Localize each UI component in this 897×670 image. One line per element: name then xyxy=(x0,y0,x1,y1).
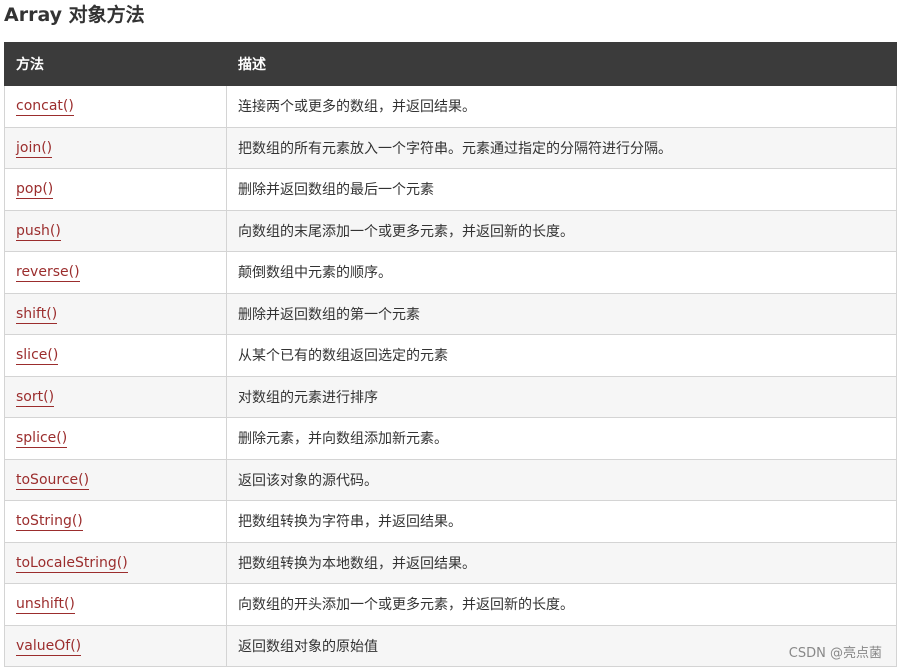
method-cell: shift() xyxy=(4,292,227,335)
description-cell: 向数组的开头添加一个或更多元素，并返回新的长度。 xyxy=(226,583,897,626)
table-row: sort() 对数组的元素进行排序 xyxy=(4,375,897,418)
table-row: join() 把数组的所有元素放入一个字符串。元素通过指定的分隔符进行分隔。 xyxy=(4,126,897,169)
description-cell: 对数组的元素进行排序 xyxy=(226,375,897,418)
method-link-splice[interactable]: splice() xyxy=(16,430,68,449)
table-row: valueOf() 返回数组对象的原始值 xyxy=(4,624,897,667)
method-column-header: 方法 xyxy=(4,42,227,86)
method-link-unshift[interactable]: unshift() xyxy=(16,596,75,615)
description-cell: 把数组转换为字符串，并返回结果。 xyxy=(226,500,897,543)
description-cell: 删除元素，并向数组添加新元素。 xyxy=(226,417,897,460)
table-row: pop() 删除并返回数组的最后一个元素 xyxy=(4,168,897,211)
method-cell: splice() xyxy=(4,417,227,460)
method-link-sort[interactable]: sort() xyxy=(16,388,55,407)
table-row: concat() 连接两个或更多的数组，并返回结果。 xyxy=(4,85,897,128)
description-cell: 返回该对象的源代码。 xyxy=(226,458,897,501)
description-cell: 删除并返回数组的第一个元素 xyxy=(226,292,897,335)
method-link-tosource[interactable]: toSource() xyxy=(16,471,90,490)
method-link-reverse[interactable]: reverse() xyxy=(16,264,80,283)
method-cell: toString() xyxy=(4,500,227,543)
table-row: toString() 把数组转换为字符串，并返回结果。 xyxy=(4,500,897,543)
method-cell: push() xyxy=(4,209,227,252)
description-cell: 把数组转换为本地数组，并返回结果。 xyxy=(226,541,897,584)
method-link-concat[interactable]: concat() xyxy=(16,98,74,117)
description-cell: 向数组的末尾添加一个或更多元素，并返回新的长度。 xyxy=(226,209,897,252)
method-cell: concat() xyxy=(4,85,227,128)
method-cell: toLocaleString() xyxy=(4,541,227,584)
table-row: shift() 删除并返回数组的第一个元素 xyxy=(4,292,897,335)
method-cell: pop() xyxy=(4,168,227,211)
table-row: reverse() 颠倒数组中元素的顺序。 xyxy=(4,251,897,294)
page-title: Array 对象方法 xyxy=(4,4,145,26)
method-cell: unshift() xyxy=(4,583,227,626)
method-cell: reverse() xyxy=(4,251,227,294)
method-cell: toSource() xyxy=(4,458,227,501)
description-cell: 删除并返回数组的最后一个元素 xyxy=(226,168,897,211)
table-row: slice() 从某个已有的数组返回选定的元素 xyxy=(4,334,897,377)
description-cell: 从某个已有的数组返回选定的元素 xyxy=(226,334,897,377)
table-row: push() 向数组的末尾添加一个或更多元素，并返回新的长度。 xyxy=(4,209,897,252)
description-cell: 把数组的所有元素放入一个字符串。元素通过指定的分隔符进行分隔。 xyxy=(226,126,897,169)
table-row: unshift() 向数组的开头添加一个或更多元素，并返回新的长度。 xyxy=(4,583,897,626)
method-cell: sort() xyxy=(4,375,227,418)
method-link-push[interactable]: push() xyxy=(16,222,61,241)
description-cell: 颠倒数组中元素的顺序。 xyxy=(226,251,897,294)
method-link-valueof[interactable]: valueOf() xyxy=(16,637,82,656)
description-cell: 连接两个或更多的数组，并返回结果。 xyxy=(226,85,897,128)
method-cell: join() xyxy=(4,126,227,169)
method-link-shift[interactable]: shift() xyxy=(16,305,58,324)
method-cell: valueOf() xyxy=(4,624,227,667)
description-column-header: 描述 xyxy=(226,42,897,86)
table-row: toLocaleString() 把数组转换为本地数组，并返回结果。 xyxy=(4,541,897,584)
method-link-tostring[interactable]: toString() xyxy=(16,513,83,532)
method-cell: slice() xyxy=(4,334,227,377)
array-methods-table: 方法 描述 concat() 连接两个或更多的数组，并返回结果。 join() … xyxy=(4,42,897,667)
table-row: splice() 删除元素，并向数组添加新元素。 xyxy=(4,417,897,460)
table-header-row: 方法 描述 xyxy=(4,42,897,86)
method-link-tolocalestring[interactable]: toLocaleString() xyxy=(16,554,128,573)
csdn-watermark: CSDN @亮点菌 xyxy=(788,646,882,661)
method-link-join[interactable]: join() xyxy=(16,139,53,158)
method-link-pop[interactable]: pop() xyxy=(16,181,54,200)
method-link-slice[interactable]: slice() xyxy=(16,347,59,366)
table-row: toSource() 返回该对象的源代码。 xyxy=(4,458,897,501)
